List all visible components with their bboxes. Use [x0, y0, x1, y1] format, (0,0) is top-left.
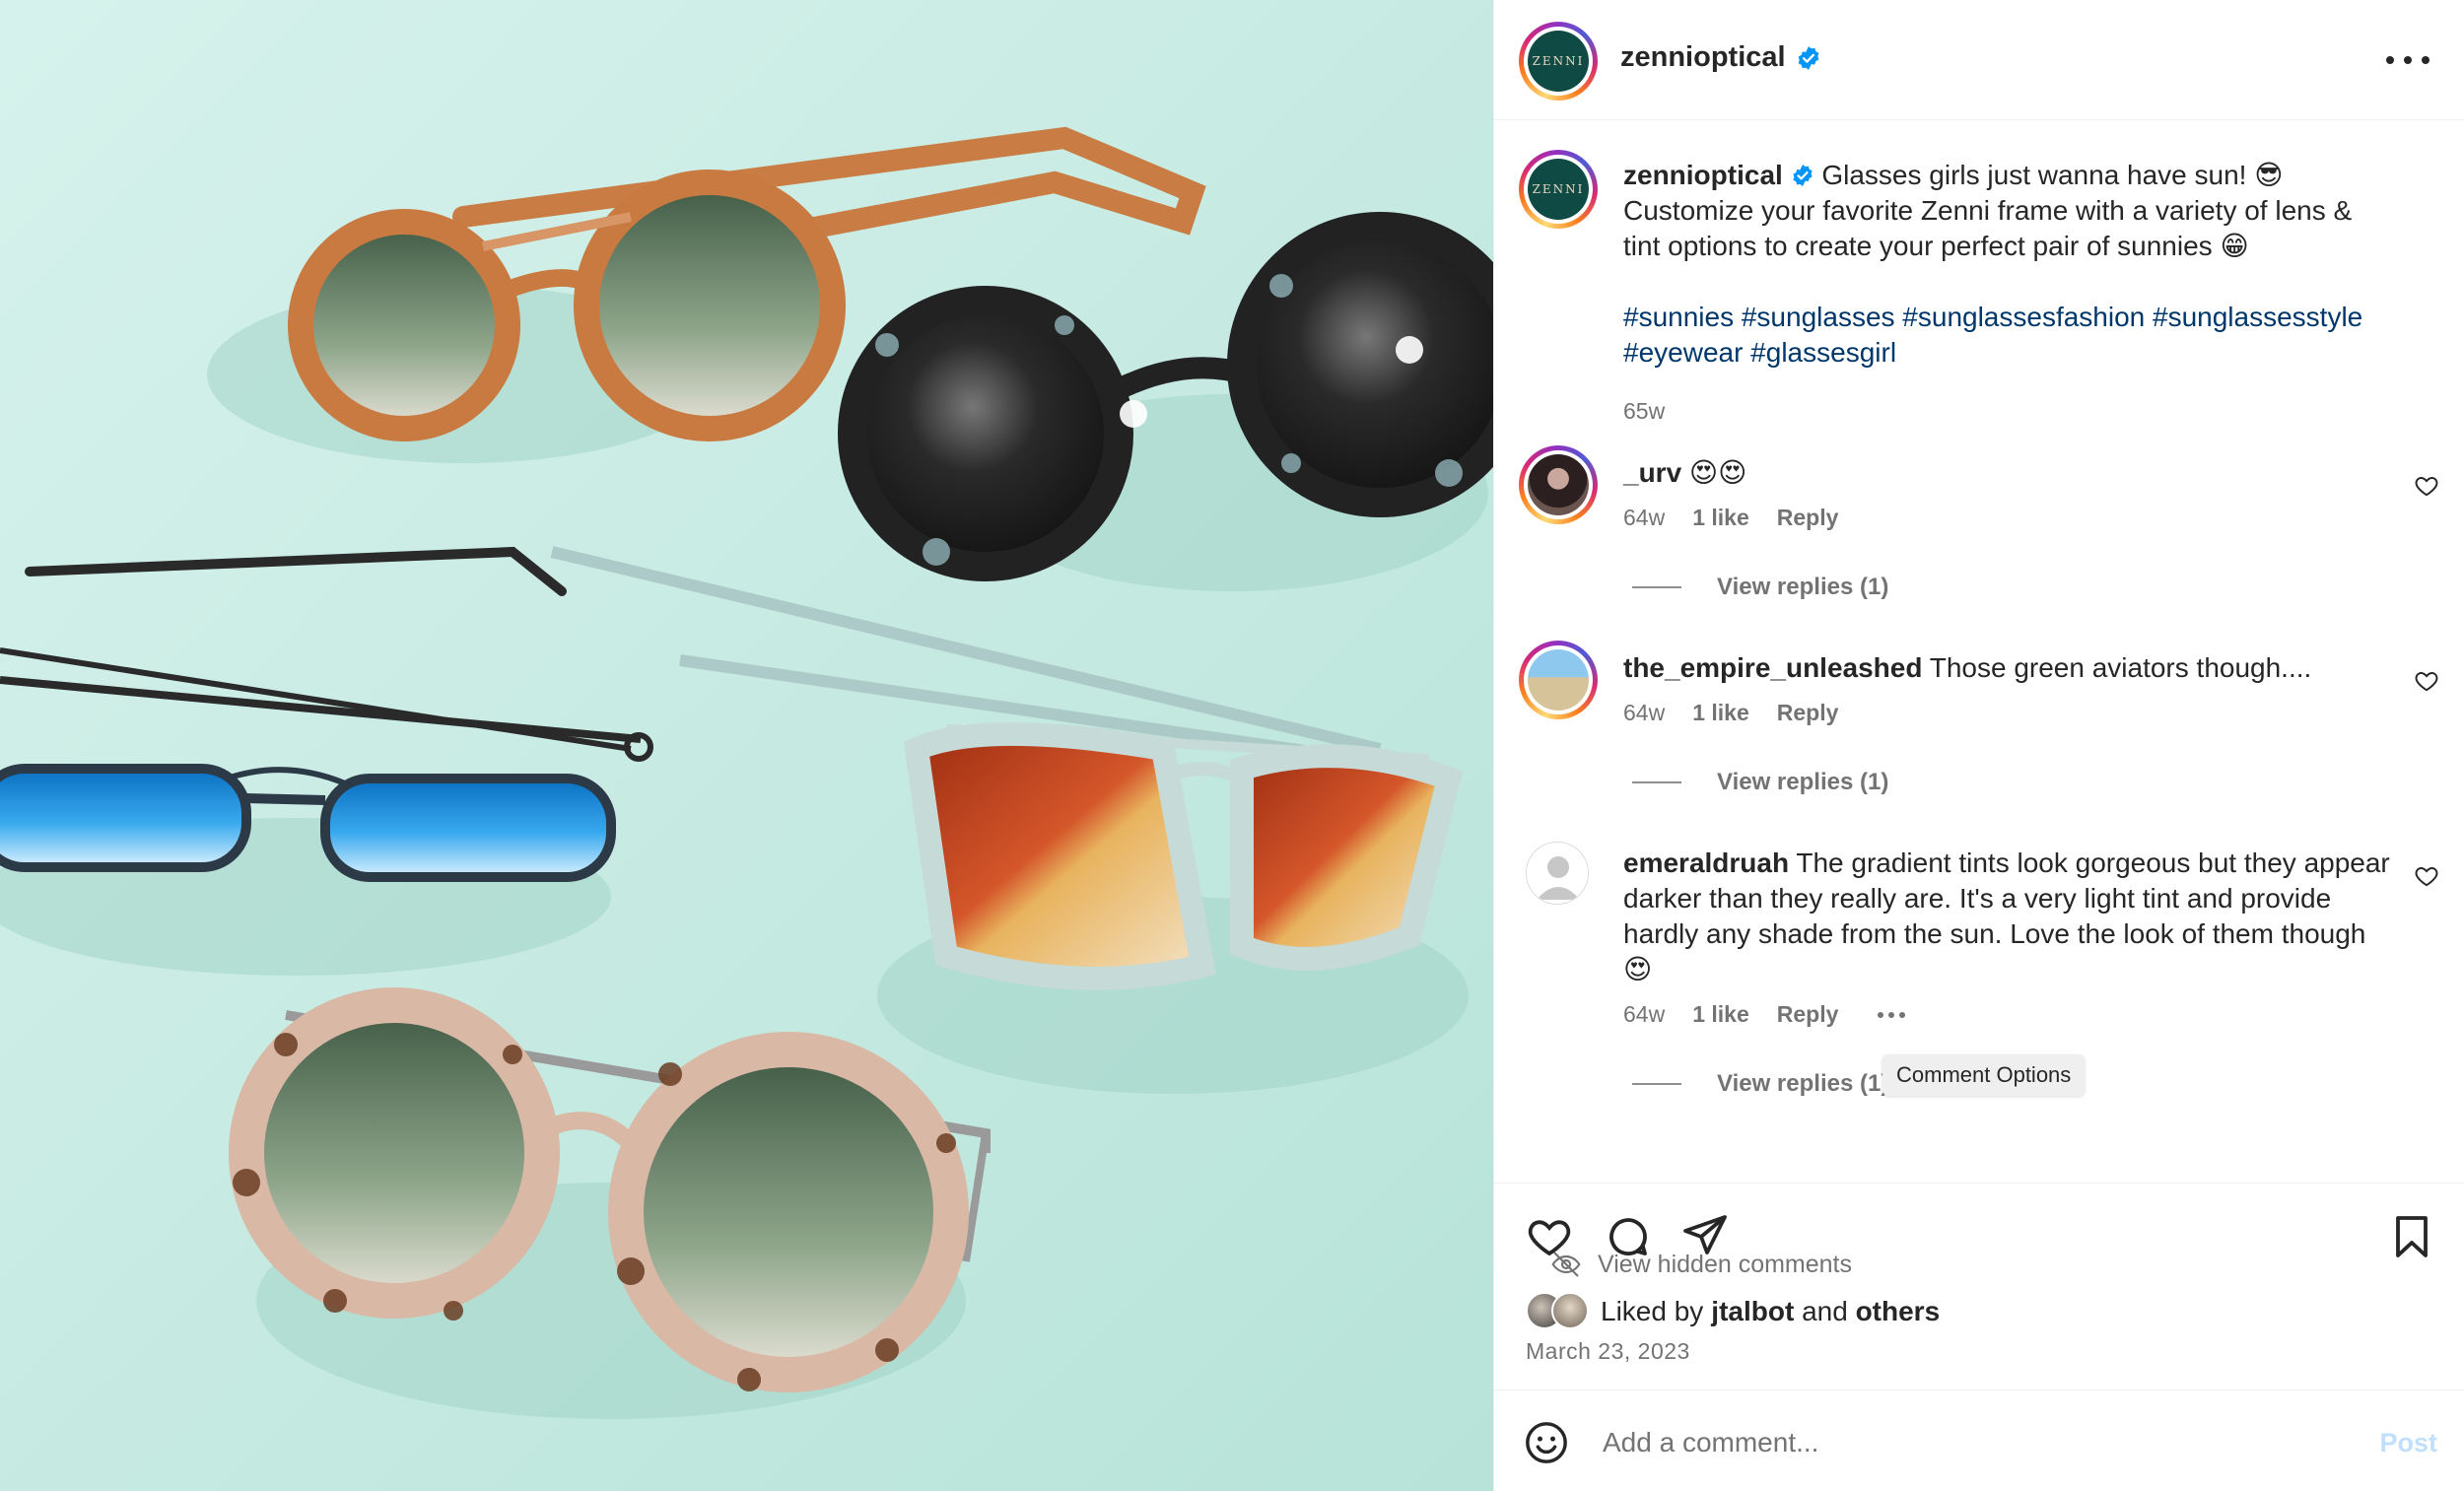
hashtags[interactable]: #eyewear #glassesgirl: [1623, 337, 1896, 368]
heart-icon[interactable]: [1526, 1213, 1573, 1260]
sunglasses-photo: [0, 0, 1493, 1491]
author-username[interactable]: zennioptical: [1620, 41, 1786, 74]
comment-likes[interactable]: 1 like: [1692, 1001, 1749, 1028]
caption-line: Customize your favorite Zenni frame with…: [1623, 195, 2353, 226]
heart-icon[interactable]: [2414, 473, 2439, 499]
replies-line: [1632, 781, 1681, 783]
comment-timestamp[interactable]: 64w: [1623, 700, 1665, 726]
verified-badge-icon: [1792, 164, 1813, 186]
reply-button[interactable]: Reply: [1777, 700, 1839, 726]
author-avatar[interactable]: ZENNI: [1519, 22, 1598, 101]
bookmark-icon[interactable]: [2388, 1213, 2435, 1260]
comment-timestamp[interactable]: 64w: [1623, 505, 1665, 531]
view-replies-label: View replies (1): [1717, 1070, 1889, 1097]
view-replies[interactable]: View replies (1): [1632, 1070, 1888, 1098]
zenni-logo: ZENNI: [1528, 159, 1589, 220]
liker-avatars[interactable]: [1526, 1292, 1595, 1331]
more-options-icon[interactable]: [2386, 45, 2430, 75]
liked-by: Liked by jtalbot and others: [1526, 1292, 1940, 1331]
caption-username[interactable]: zennioptical: [1623, 160, 1783, 190]
post-actions: Liked by jtalbot and others March 23, 20…: [1494, 1183, 2464, 1389]
comment-timestamp[interactable]: 64w: [1623, 1001, 1665, 1028]
liked-by-middle: and: [1794, 1296, 1856, 1326]
reply-button[interactable]: Reply: [1777, 505, 1839, 531]
avatar-image: [1528, 454, 1589, 515]
add-comment-bar: Post: [1494, 1389, 2464, 1491]
comment-text: Those green aviators though....: [1922, 652, 2312, 683]
comment-input[interactable]: [1603, 1418, 2293, 1467]
post-details-panel: ZENNI zennioptical ZENNI zennioptical Gl…: [1493, 0, 2464, 1491]
comment-username[interactable]: emeraldruah: [1623, 847, 1789, 878]
comment-icon[interactable]: [1605, 1213, 1652, 1260]
caption-avatar[interactable]: ZENNI: [1519, 150, 1598, 229]
heart-icon[interactable]: [2414, 668, 2439, 694]
default-avatar-icon: [1527, 843, 1588, 904]
comment-text: 😍😍: [1681, 457, 1747, 488]
hashtags[interactable]: #sunnies #sunglasses #sunglassesfashion …: [1623, 302, 2362, 332]
zenni-logo: ZENNI: [1528, 31, 1589, 92]
view-replies[interactable]: View replies (1): [1632, 574, 1888, 601]
comment-username[interactable]: _urv: [1623, 457, 1681, 488]
commenter-avatar[interactable]: [1526, 842, 1589, 905]
avatar-image: [1528, 649, 1589, 711]
post-photo[interactable]: [0, 0, 1493, 1491]
commenter-avatar[interactable]: [1519, 445, 1598, 524]
liked-by-user[interactable]: jtalbot: [1711, 1296, 1794, 1327]
emoji-icon[interactable]: [1524, 1420, 1569, 1465]
replies-line: [1632, 586, 1681, 588]
liker-avatar: [1551, 1292, 1589, 1329]
view-replies-label: View replies (1): [1717, 574, 1889, 600]
reply-button[interactable]: Reply: [1777, 1001, 1839, 1028]
caption-line: Glasses girls just wanna have sun! 😎: [1814, 160, 2284, 190]
post-header: ZENNI zennioptical: [1494, 0, 2464, 120]
verified-badge-icon: [1798, 45, 1818, 70]
view-replies[interactable]: View replies (1): [1632, 769, 1888, 796]
heart-icon[interactable]: [2414, 863, 2439, 889]
comment-options-icon[interactable]: [1878, 1011, 1906, 1018]
share-icon[interactable]: [1681, 1211, 1729, 1258]
comment-options-tooltip: Comment Options: [1882, 1054, 2086, 1096]
comments-section: ZENNI zennioptical Glasses girls just wa…: [1494, 120, 2464, 1278]
caption-line: tint options to create your perfect pair…: [1623, 231, 2249, 261]
comment-username[interactable]: the_empire_unleashed: [1623, 652, 1922, 683]
post-date[interactable]: March 23, 2023: [1526, 1338, 1690, 1365]
commenter-avatar[interactable]: [1519, 641, 1598, 719]
comment-likes[interactable]: 1 like: [1692, 505, 1749, 531]
liked-by-others[interactable]: others: [1856, 1296, 1941, 1327]
replies-line: [1632, 1083, 1681, 1085]
post-button[interactable]: Post: [2379, 1428, 2437, 1458]
comment-likes[interactable]: 1 like: [1692, 700, 1749, 726]
view-replies-label: View replies (1): [1717, 769, 1889, 795]
caption-timestamp[interactable]: 65w: [1623, 398, 1665, 425]
liked-by-prefix: Liked by: [1601, 1296, 1704, 1326]
